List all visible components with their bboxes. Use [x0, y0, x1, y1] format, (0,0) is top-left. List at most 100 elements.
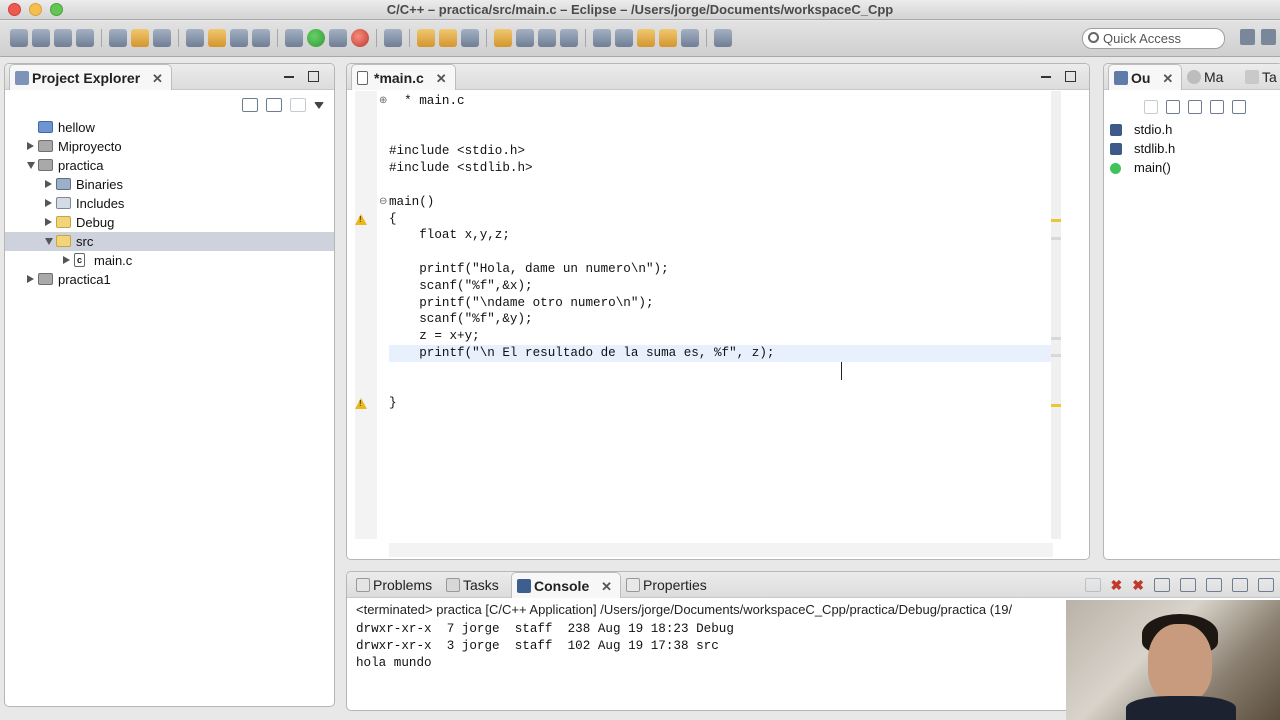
code-line[interactable] — [389, 110, 1053, 127]
code-line[interactable]: #include <stdlib.h> — [389, 160, 1053, 177]
back-icon[interactable] — [659, 29, 677, 47]
sort-icon[interactable] — [1188, 100, 1202, 114]
remove-all-launches-icon[interactable]: ✖ — [1132, 578, 1144, 592]
clear-console-icon[interactable] — [1154, 578, 1170, 592]
collapse-all-icon[interactable] — [242, 98, 258, 112]
code-line[interactable] — [389, 177, 1053, 194]
previous-annotation-icon[interactable] — [615, 29, 633, 47]
tree-item-src[interactable]: src — [5, 232, 334, 251]
occurrence-marker[interactable] — [1051, 354, 1061, 357]
warning-icon[interactable] — [355, 398, 367, 410]
tree-item-miproyecto[interactable]: Miproyecto — [5, 137, 334, 156]
collapsed-arrow-icon[interactable] — [27, 142, 34, 150]
code-line[interactable]: z = x+y; — [389, 328, 1053, 345]
collapsed-arrow-icon[interactable] — [63, 256, 70, 264]
close-icon[interactable]: ✕ — [601, 574, 612, 600]
forward-icon[interactable] — [681, 29, 699, 47]
show-whitespace-icon[interactable] — [560, 29, 578, 47]
code-line[interactable]: scanf("%f",&y); — [389, 311, 1053, 328]
outline-item-stdlib[interactable]: stdlib.h — [1110, 139, 1175, 158]
minimize-view-button[interactable] — [284, 76, 294, 78]
tree-item-hellow[interactable]: hellow — [5, 118, 334, 137]
horizontal-scrollbar[interactable] — [389, 543, 1053, 557]
build-all-icon[interactable] — [153, 29, 171, 47]
expanded-arrow-icon[interactable] — [45, 238, 53, 245]
remove-launch-icon[interactable]: ✖ — [1111, 578, 1123, 592]
build-hammer-icon[interactable] — [131, 29, 149, 47]
search-icon[interactable] — [461, 29, 479, 47]
tab-console[interactable]: Console ✕ — [511, 572, 622, 600]
new-c-file-icon[interactable] — [230, 29, 248, 47]
code-line[interactable]: #include <stdio.h> — [389, 143, 1053, 160]
tab-tasks[interactable]: Tasks — [441, 572, 507, 598]
tab-outline[interactable]: Ou ✕ — [1108, 64, 1183, 92]
collapsed-arrow-icon[interactable] — [45, 199, 52, 207]
scroll-lock-icon[interactable] — [1180, 578, 1196, 592]
code-line[interactable]: printf("\n El resultado de la suma es, %… — [389, 344, 1053, 362]
close-icon[interactable]: ✕ — [436, 66, 447, 92]
code-text-area[interactable]: * main.c #include <stdio.h> #include <stdl… — [389, 93, 1053, 412]
outline-item-main[interactable]: main() — [1110, 158, 1171, 177]
warning-marker[interactable] — [1051, 219, 1061, 222]
code-line[interactable]: printf("Hola, dame un numero\n"); — [389, 261, 1053, 278]
last-edit-icon[interactable] — [637, 29, 655, 47]
tree-item-main-c[interactable]: c main.c — [5, 251, 334, 270]
tree-item-practica[interactable]: practica — [5, 156, 334, 175]
debug-icon[interactable] — [285, 29, 303, 47]
new-icon[interactable] — [10, 29, 28, 47]
code-line[interactable] — [389, 379, 1053, 396]
new-class-icon[interactable] — [252, 29, 270, 47]
filter-icon[interactable] — [1144, 100, 1158, 114]
tree-item-debug[interactable]: Debug — [5, 213, 334, 232]
collapsed-arrow-icon[interactable] — [45, 180, 52, 188]
view-menu-chevron-down-icon[interactable] — [314, 102, 324, 109]
code-line[interactable]: scanf("%f",&x); — [389, 278, 1053, 295]
open-perspective-icon[interactable] — [1240, 29, 1255, 45]
new-folder-icon[interactable] — [208, 29, 226, 47]
code-line[interactable]: { — [389, 211, 1053, 228]
run-icon[interactable] — [307, 29, 325, 47]
tab-main-c[interactable]: *main.c ✕ — [351, 64, 456, 90]
tab-properties[interactable]: Properties — [621, 572, 715, 598]
minimize-editor-button[interactable] — [1041, 76, 1051, 78]
collapsed-arrow-icon[interactable] — [45, 218, 52, 226]
block-selection-icon[interactable] — [538, 29, 556, 47]
show-console-icon[interactable] — [1206, 578, 1222, 592]
pin-console-icon[interactable] — [1232, 578, 1248, 592]
tab-project-explorer[interactable]: Project Explorer ✕ — [9, 64, 172, 90]
code-line[interactable]: main() — [389, 194, 1053, 211]
close-icon[interactable]: ✕ — [1162, 66, 1173, 92]
tree-item-practica1[interactable]: practica1 — [5, 270, 334, 289]
collapsed-arrow-icon[interactable] — [27, 275, 34, 283]
collapse-fold-icon[interactable]: ⊖ — [379, 196, 387, 207]
warning-marker[interactable] — [1051, 404, 1061, 407]
filter-icon[interactable] — [290, 98, 306, 112]
tab-problems[interactable]: Problems — [351, 572, 440, 598]
code-line[interactable] — [389, 127, 1053, 144]
new-c-project-icon[interactable] — [186, 29, 204, 47]
expand-fold-icon[interactable]: ⊕ — [379, 95, 387, 106]
tree-item-binaries[interactable]: Binaries — [5, 175, 334, 194]
external-tools-icon[interactable] — [351, 29, 369, 47]
maximize-view-button[interactable] — [308, 71, 319, 82]
open-type-icon[interactable] — [417, 29, 435, 47]
save-icon[interactable] — [32, 29, 50, 47]
expanded-arrow-icon[interactable] — [27, 162, 35, 169]
hide-fields-icon[interactable] — [1210, 100, 1224, 114]
occurrence-marker[interactable] — [1051, 337, 1061, 340]
terminate-icon[interactable] — [1084, 578, 1101, 592]
code-line[interactable]: printf("\ndame otro numero\n"); — [389, 295, 1053, 312]
code-line[interactable] — [389, 244, 1053, 261]
code-line[interactable]: float x,y,z; — [389, 227, 1053, 244]
close-icon[interactable]: ✕ — [152, 66, 163, 92]
pin-editor-icon[interactable] — [714, 29, 732, 47]
next-annotation-icon[interactable] — [593, 29, 611, 47]
code-line[interactable] — [389, 362, 1053, 379]
maximize-editor-button[interactable] — [1065, 71, 1076, 82]
open-element-icon[interactable] — [439, 29, 457, 47]
outline-item-stdio[interactable]: stdio.h — [1110, 120, 1172, 139]
skip-breakpoints-icon[interactable] — [384, 29, 402, 47]
quick-access-input[interactable]: Quick Access — [1082, 28, 1225, 49]
tab-make-target[interactable]: Ma — [1182, 64, 1231, 90]
collapse-all-icon[interactable] — [1166, 100, 1180, 114]
